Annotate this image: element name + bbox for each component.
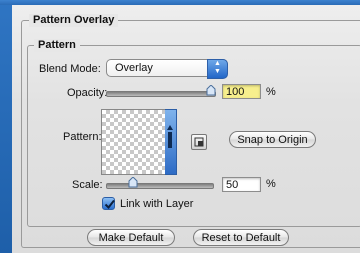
- scale-slider-track[interactable]: [106, 183, 214, 189]
- panel-title: Pattern Overlay: [29, 14, 119, 27]
- pattern-picker-arrow-icon[interactable]: [165, 109, 177, 175]
- link-with-layer-checkbox[interactable]: [102, 197, 115, 210]
- scale-unit: %: [266, 178, 276, 190]
- scale-input[interactable]: 50: [222, 177, 261, 192]
- select-arrows-icon: ▲ ▼: [207, 59, 228, 79]
- window-edge: [0, 0, 12, 253]
- pattern-label: Pattern:: [63, 131, 102, 143]
- make-default-button[interactable]: Make Default: [87, 229, 175, 246]
- scale-label: Scale:: [72, 179, 103, 191]
- blend-mode-label: Blend Mode:: [39, 63, 101, 75]
- link-with-layer-label: Link with Layer: [120, 198, 194, 210]
- scale-slider-knob[interactable]: [128, 177, 138, 188]
- opacity-unit: %: [266, 86, 276, 98]
- opacity-input[interactable]: 100: [222, 84, 261, 99]
- new-preset-icon[interactable]: [191, 134, 207, 150]
- checkmark-icon: [104, 199, 115, 210]
- blend-mode-value: Overlay: [115, 62, 153, 74]
- reset-to-default-button[interactable]: Reset to Default: [193, 229, 289, 246]
- pattern-preview-swatch[interactable]: [101, 109, 166, 175]
- pattern-overlay-panel: Pattern Overlay Pattern Blend Mode: Over…: [12, 5, 360, 253]
- group-title: Pattern: [34, 39, 80, 52]
- blend-mode-select[interactable]: Overlay ▲ ▼: [106, 59, 228, 79]
- opacity-slider-knob[interactable]: [206, 85, 216, 96]
- opacity-slider-track[interactable]: [106, 91, 216, 97]
- snap-to-origin-button[interactable]: Snap to Origin: [229, 131, 316, 148]
- opacity-label: Opacity:: [67, 87, 108, 99]
